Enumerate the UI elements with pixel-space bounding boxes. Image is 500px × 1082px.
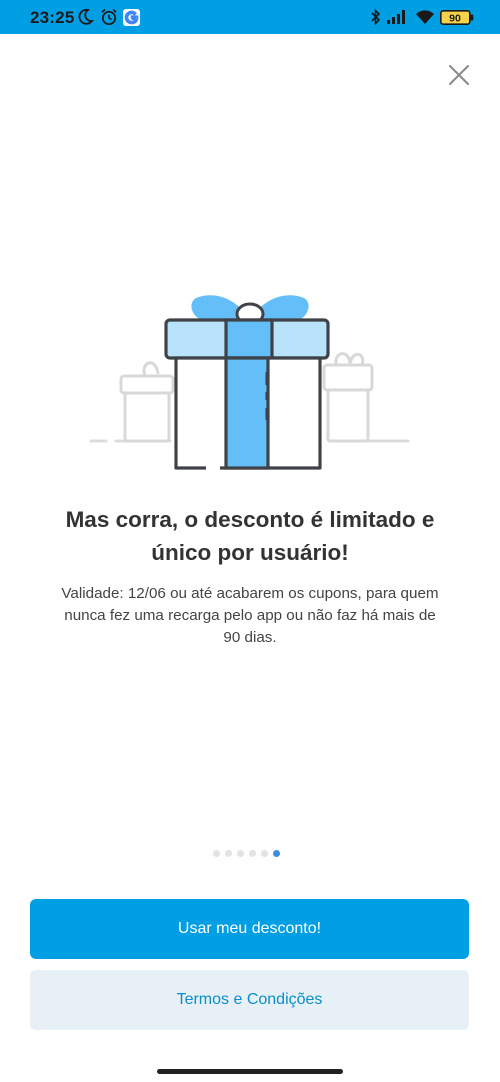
page-dot[interactable] (225, 850, 232, 857)
page-dot-active[interactable] (273, 850, 280, 857)
use-discount-button[interactable]: Usar meu desconto! (30, 899, 469, 959)
page-dot[interactable] (213, 850, 220, 857)
moon-icon (78, 8, 94, 25)
status-bar: 23:25 90 (0, 0, 500, 34)
description-line: Validade: 12/06 ou até acabarem os cupon… (61, 585, 439, 602)
headline-line: único por usuário! (151, 540, 349, 565)
status-time: 23:25 (30, 8, 75, 27)
battery-icon: 90 (440, 10, 474, 25)
signal-icon (387, 10, 405, 24)
page-dot[interactable] (237, 850, 244, 857)
headline-line: Mas corra, o desconto é limitado e (65, 507, 435, 532)
alarm-icon (101, 8, 117, 26)
google-icon (123, 9, 140, 26)
gift-icon (89, 295, 410, 470)
battery-level: 90 (449, 13, 461, 25)
wifi-icon (416, 10, 434, 24)
bluetooth-icon (371, 8, 381, 26)
headline: Mas corra, o desconto é limitado e único… (30, 503, 470, 569)
close-icon[interactable] (446, 62, 472, 88)
pagination-dots (213, 850, 280, 858)
description: Validade: 12/06 ou até acabarem os cupon… (28, 583, 472, 649)
home-indicator[interactable] (157, 1069, 343, 1074)
description-line: 90 dias. (223, 629, 277, 646)
page-dot[interactable] (249, 850, 256, 857)
page-dot[interactable] (261, 850, 268, 857)
terms-button[interactable]: Termos e Condições (30, 970, 469, 1030)
description-line: nunca fez uma recarga pelo app ou não fa… (64, 607, 436, 624)
